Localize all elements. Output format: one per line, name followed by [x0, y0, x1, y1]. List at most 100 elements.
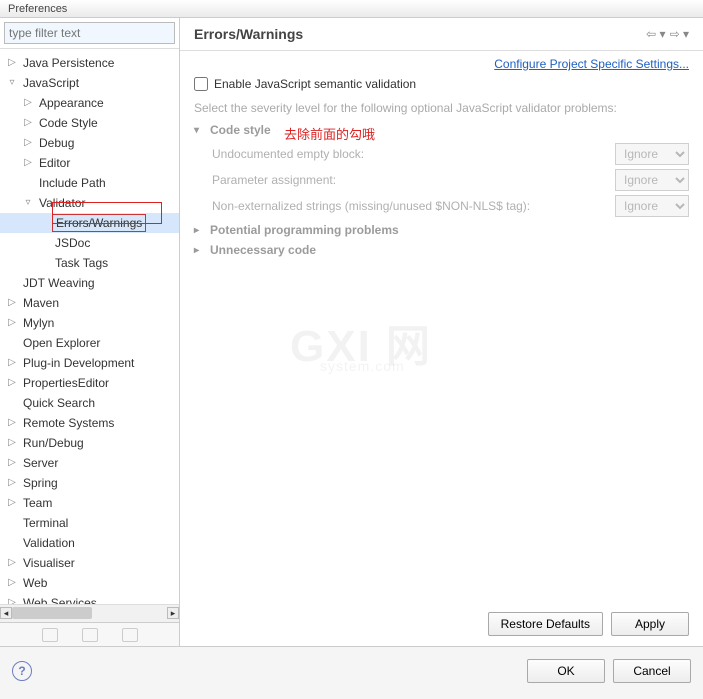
tree-node[interactable]: ▷Web Services [0, 593, 179, 604]
apply-button[interactable]: Apply [611, 612, 689, 636]
tree-node[interactable]: ▷PropertiesEditor [0, 373, 179, 393]
scroll-left-icon[interactable]: ◂ [0, 607, 12, 619]
section-unnecessary-head[interactable]: ▸ Unnecessary code [194, 243, 689, 257]
tree-node-label: JSDoc [52, 235, 93, 251]
tree-node-label: Validator [36, 195, 88, 211]
tree-node-label: JavaScript [20, 75, 82, 91]
tree-node[interactable]: ▷Mylyn [0, 313, 179, 333]
chevron-right-icon[interactable]: ▷ [22, 157, 34, 169]
chevron-right-icon[interactable]: ▷ [22, 117, 34, 129]
chevron-down-icon[interactable]: ▿ [6, 77, 18, 89]
enable-validation-label: Enable JavaScript semantic validation [214, 77, 416, 91]
chevron-right-icon[interactable]: ▷ [22, 137, 34, 149]
tree-node-label: Quick Search [20, 395, 98, 411]
chevron-right-icon[interactable]: ▷ [6, 377, 18, 389]
tree-node[interactable]: ▷Plug-in Development [0, 353, 179, 373]
scroll-right-icon[interactable]: ▸ [167, 607, 179, 619]
enable-validation-checkbox[interactable] [194, 77, 208, 91]
row-non-externalized-strings: Non-externalized strings (missing/unused… [212, 195, 689, 217]
tree-node-label: Java Persistence [20, 55, 117, 71]
content-pane: Errors/Warnings ⇦ ▾ ⇨ ▾ Configure Projec… [180, 18, 703, 646]
tree-node[interactable]: JDT Weaving [0, 273, 179, 293]
forward-icon[interactable]: ⇨ ▾ [670, 27, 689, 41]
row-select[interactable]: Ignore [615, 143, 689, 165]
tree-node[interactable]: ▷Run/Debug [0, 433, 179, 453]
content-body: Enable JavaScript semantic validation Se… [180, 73, 703, 273]
chevron-right-icon[interactable]: ▷ [6, 317, 18, 329]
tree-node[interactable]: ▷Server [0, 453, 179, 473]
restore-defaults-button[interactable]: Restore Defaults [488, 612, 603, 636]
configure-project-link[interactable]: Configure Project Specific Settings... [494, 57, 689, 71]
tree-node[interactable]: ▷Editor [0, 153, 179, 173]
tree-node[interactable]: ▷Appearance [0, 93, 179, 113]
tree-node[interactable]: ▷Code Style [0, 113, 179, 133]
tree-node[interactable]: ▿JavaScript [0, 73, 179, 93]
chevron-right-icon[interactable]: ▷ [6, 597, 18, 604]
blank-icon [6, 397, 18, 409]
blank-icon [22, 177, 34, 189]
ok-button[interactable]: OK [527, 659, 605, 683]
tree-node-label: Remote Systems [20, 415, 117, 431]
back-icon[interactable]: ⇦ ▾ [646, 27, 665, 41]
row-select[interactable]: Ignore [615, 169, 689, 191]
chevron-right-icon[interactable]: ▷ [6, 457, 18, 469]
section-potential-head[interactable]: ▸ Potential programming problems [194, 223, 689, 237]
chevron-right-icon[interactable]: ▷ [6, 477, 18, 489]
blank-icon [6, 517, 18, 529]
blank-icon [6, 537, 18, 549]
scroll-thumb[interactable] [12, 607, 92, 619]
chevron-right-icon[interactable]: ▷ [22, 97, 34, 109]
tree-node-label: Mylyn [20, 315, 57, 331]
tree-node-label: Visualiser [20, 555, 78, 571]
tree-node[interactable]: ▷Maven [0, 293, 179, 313]
tree-node[interactable]: ▷Remote Systems [0, 413, 179, 433]
tree-node[interactable]: ▷Web [0, 573, 179, 593]
chevron-right-icon[interactable]: ▷ [6, 557, 18, 569]
tree-node[interactable]: ▷Debug [0, 133, 179, 153]
tree-node[interactable]: Include Path [0, 173, 179, 193]
tree-node[interactable]: Quick Search [0, 393, 179, 413]
row-parameter-assignment: Parameter assignment: Ignore [212, 169, 689, 191]
tree-node-label: Plug-in Development [20, 355, 137, 371]
tree-node-label: Validation [20, 535, 78, 551]
tree-node[interactable]: ▷Java Persistence [0, 53, 179, 73]
filter-wrap [0, 18, 179, 49]
chevron-right-icon[interactable]: ▷ [6, 497, 18, 509]
filter-input[interactable] [4, 22, 175, 44]
sidebar-status-1 [42, 628, 58, 642]
blank-icon [38, 237, 50, 249]
chevron-right-icon[interactable]: ▷ [6, 417, 18, 429]
tree-node[interactable]: ▿Validator [0, 193, 179, 213]
tree-node[interactable]: Validation [0, 533, 179, 553]
tree-node[interactable]: ▷Visualiser [0, 553, 179, 573]
tree-node[interactable]: JSDoc [0, 233, 179, 253]
chevron-right-icon[interactable]: ▷ [6, 577, 18, 589]
tree-node-label: Server [20, 455, 61, 471]
main-split: ▷Java Persistence▿JavaScript▷Appearance▷… [0, 18, 703, 646]
help-icon[interactable]: ? [12, 661, 32, 681]
tree-node[interactable]: Errors/Warnings [0, 213, 179, 233]
tree-node-label: Terminal [20, 515, 71, 531]
chevron-right-icon[interactable]: ▷ [6, 57, 18, 69]
tree-node[interactable]: Open Explorer [0, 333, 179, 353]
chevron-right-icon[interactable]: ▷ [6, 357, 18, 369]
tree-node-label: Code Style [36, 115, 101, 131]
tree-node-label: Spring [20, 475, 61, 491]
section-code-style-head[interactable]: ▾ Code style [194, 123, 689, 137]
content-header: Errors/Warnings ⇦ ▾ ⇨ ▾ [180, 18, 703, 51]
chevron-right-icon[interactable]: ▷ [6, 437, 18, 449]
chevron-right-icon: ▸ [194, 245, 206, 256]
tree-node[interactable]: ▷Spring [0, 473, 179, 493]
chevron-right-icon: ▸ [194, 225, 206, 236]
chevron-right-icon[interactable]: ▷ [6, 297, 18, 309]
row-select[interactable]: Ignore [615, 195, 689, 217]
preference-tree[interactable]: ▷Java Persistence▿JavaScript▷Appearance▷… [0, 49, 179, 604]
tree-node[interactable]: ▷Team [0, 493, 179, 513]
tree-hscrollbar[interactable]: ◂ ▸ [0, 604, 179, 622]
cancel-button[interactable]: Cancel [613, 659, 691, 683]
tree-node[interactable]: Task Tags [0, 253, 179, 273]
blank-icon [38, 217, 50, 229]
chevron-down-icon[interactable]: ▿ [22, 197, 34, 209]
tree-node[interactable]: Terminal [0, 513, 179, 533]
header-tools: ⇦ ▾ ⇨ ▾ [646, 27, 689, 41]
